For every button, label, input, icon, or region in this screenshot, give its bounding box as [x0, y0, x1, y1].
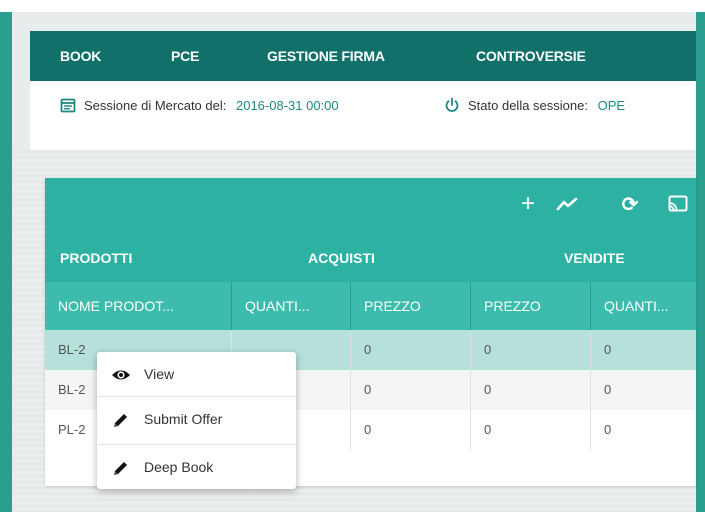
- menu-item-label: Submit Offer: [144, 411, 223, 427]
- nav-item-controversie[interactable]: CONTROVERSIE: [476, 31, 586, 81]
- right-border: [696, 12, 705, 512]
- cell-qty-sell: 0: [604, 382, 612, 397]
- nav-item-gestione-firma[interactable]: GESTIONE FIRMA: [267, 31, 385, 81]
- market-session-info: Sessione di Mercato del: 2016-08-31 00:0…: [60, 97, 339, 117]
- power-icon: [445, 97, 459, 112]
- market-session-label: Sessione di Mercato del:: [84, 98, 227, 113]
- col-nome-prodotto[interactable]: NOME PRODOT...: [45, 282, 232, 330]
- pencil-icon: [114, 414, 127, 427]
- session-status-value: OPE: [597, 98, 626, 113]
- cell-price-buy: 0: [351, 410, 471, 450]
- menu-item-label: Deep Book: [144, 459, 214, 475]
- group-prodotti: PRODOTTI: [60, 250, 133, 266]
- cell-price-sell: 0: [471, 370, 591, 410]
- eye-icon: [112, 370, 130, 380]
- cell-qty-sell: 0: [604, 422, 612, 437]
- cell-price-buy: 0: [351, 370, 471, 410]
- menu-item-deep-book[interactable]: Deep Book: [97, 445, 296, 490]
- cell-price-buy: 0: [351, 330, 471, 370]
- main-nav: BOOK PCE GESTIONE FIRMA CONTROVERSIE: [30, 31, 696, 81]
- nav-item-book[interactable]: BOOK: [60, 31, 101, 81]
- nav-item-pce[interactable]: PCE: [171, 31, 199, 81]
- menu-item-label: View: [144, 366, 175, 382]
- cast-icon[interactable]: [666, 192, 690, 216]
- group-vendite: VENDITE: [564, 250, 625, 266]
- session-bar: Sessione di Mercato del: 2016-08-31 00:0…: [30, 81, 696, 150]
- cell-qty-sell: 0: [604, 342, 612, 357]
- menu-item-view[interactable]: View: [97, 352, 296, 397]
- col-prezzo-acquisti[interactable]: PREZZO: [351, 282, 471, 330]
- pencil-icon: [114, 462, 127, 475]
- plus-icon[interactable]: +: [516, 190, 540, 217]
- cell-price-sell: 0: [471, 410, 591, 450]
- column-header-row: NOME PRODOT... QUANTI... PREZZO PREZZO Q…: [45, 282, 696, 330]
- top-strip: [0, 0, 705, 12]
- market-session-value: 2016-08-31 00:00: [235, 98, 339, 113]
- col-quantita-vendite[interactable]: QUANTI...: [591, 282, 696, 330]
- group-acquisti: ACQUISTI: [308, 250, 375, 266]
- session-status-label: Stato della sessione:: [468, 98, 588, 113]
- menu-item-submit-offer[interactable]: Submit Offer: [97, 397, 296, 442]
- cell-price-sell: 0: [471, 330, 591, 370]
- group-header-row: PRODOTTI ACQUISTI VENDITE: [45, 234, 696, 282]
- calendar-icon: [60, 98, 76, 113]
- refresh-icon[interactable]: ⟳: [618, 192, 642, 216]
- col-quantita-acquisti[interactable]: QUANTI...: [232, 282, 351, 330]
- panel-toolbar: + ⟳: [45, 178, 696, 234]
- row-context-menu: View Submit Offer Deep Book: [97, 352, 296, 489]
- col-prezzo-vendite[interactable]: PREZZO: [471, 282, 591, 330]
- trend-chart-icon[interactable]: [555, 192, 579, 216]
- left-border: [0, 12, 12, 512]
- session-status-info: Stato della sessione: OPE: [444, 97, 625, 117]
